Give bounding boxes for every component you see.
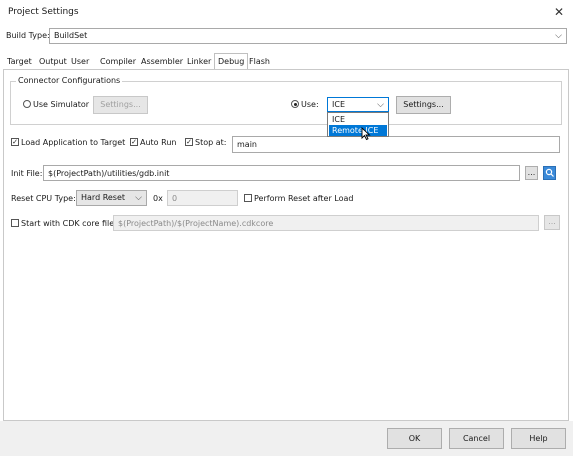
perform-reset-label: Perform Reset after Load xyxy=(254,194,354,203)
connector-settings-button[interactable]: Settings... xyxy=(396,96,451,114)
cdk-core-checkbox[interactable] xyxy=(11,219,19,227)
stop-at-input[interactable]: main xyxy=(232,136,560,153)
tab-debug[interactable]: Debug xyxy=(214,53,249,70)
build-type-label: Build Type: xyxy=(6,31,50,40)
tab-output[interactable]: Output xyxy=(39,55,67,69)
build-type-value: BuildSet xyxy=(54,31,88,40)
load-application-label: Load Application to Target xyxy=(21,138,126,147)
reset-address-input[interactable]: 0 xyxy=(167,190,238,206)
open-file-icon[interactable] xyxy=(543,166,556,180)
use-label: Use: xyxy=(301,100,319,109)
help-button[interactable]: Help xyxy=(511,428,566,449)
use-radio[interactable] xyxy=(291,100,299,108)
init-file-input[interactable]: $(ProjectPath)/utilities/gdb.init xyxy=(43,165,520,181)
ok-button[interactable]: OK xyxy=(387,428,442,449)
simulator-settings-button[interactable]: Settings... xyxy=(93,96,148,114)
stop-at-checkbox[interactable]: ✓ xyxy=(185,138,193,146)
cdk-core-browse-button[interactable]: ... xyxy=(544,215,560,230)
close-icon[interactable]: ✕ xyxy=(551,5,567,19)
cdk-core-input[interactable]: $(ProjectPath)/$(ProjectName).cdkcore xyxy=(113,215,539,231)
build-type-select[interactable]: BuildSet ⌵ xyxy=(49,28,567,44)
reset-cpu-select[interactable]: Hard Reset ⌵ xyxy=(76,190,147,206)
init-file-browse-button[interactable]: ... xyxy=(525,166,538,180)
connector-select-value: ICE xyxy=(332,100,345,109)
dropdown-option-ice[interactable]: ICE xyxy=(329,114,387,125)
cancel-button[interactable]: Cancel xyxy=(449,428,504,449)
auto-run-checkbox[interactable]: ✓ xyxy=(130,138,138,146)
tab-assembler[interactable]: Assembler xyxy=(141,55,183,69)
tab-target[interactable]: Target xyxy=(7,55,32,69)
chevron-down-icon: ⌵ xyxy=(377,100,384,110)
tab-compiler[interactable]: Compiler xyxy=(100,55,136,69)
chevron-down-icon: ⌵ xyxy=(555,31,562,41)
connector-group-title: Connector Configurations xyxy=(16,76,123,85)
connector-dropdown-list: ICE Remote ICE xyxy=(327,112,389,137)
perform-reset-checkbox[interactable] xyxy=(244,194,252,202)
tab-linker[interactable]: Linker xyxy=(187,55,211,69)
auto-run-label: Auto Run xyxy=(140,138,177,147)
window-title: Project Settings xyxy=(8,7,79,17)
reset-cpu-label: Reset CPU Type: xyxy=(11,194,76,203)
hex-prefix-label: 0x xyxy=(153,194,163,203)
connector-select[interactable]: ICE ⌵ xyxy=(327,97,389,112)
load-application-checkbox[interactable]: ✓ xyxy=(11,138,19,146)
cdk-core-label: Start with CDK core file: xyxy=(21,219,117,228)
title-bar xyxy=(0,0,573,24)
init-file-label: Init File: xyxy=(11,169,43,178)
stop-at-label: Stop at: xyxy=(195,138,227,147)
dropdown-option-remote-ice[interactable]: Remote ICE xyxy=(329,125,387,136)
mouse-cursor-icon xyxy=(361,127,371,141)
tab-flash[interactable]: Flash xyxy=(249,55,270,69)
chevron-down-icon: ⌵ xyxy=(135,193,142,203)
use-simulator-label: Use Simulator xyxy=(33,100,90,109)
use-simulator-radio[interactable] xyxy=(23,100,31,108)
reset-cpu-value: Hard Reset xyxy=(81,193,126,202)
tab-user[interactable]: User xyxy=(71,55,89,69)
